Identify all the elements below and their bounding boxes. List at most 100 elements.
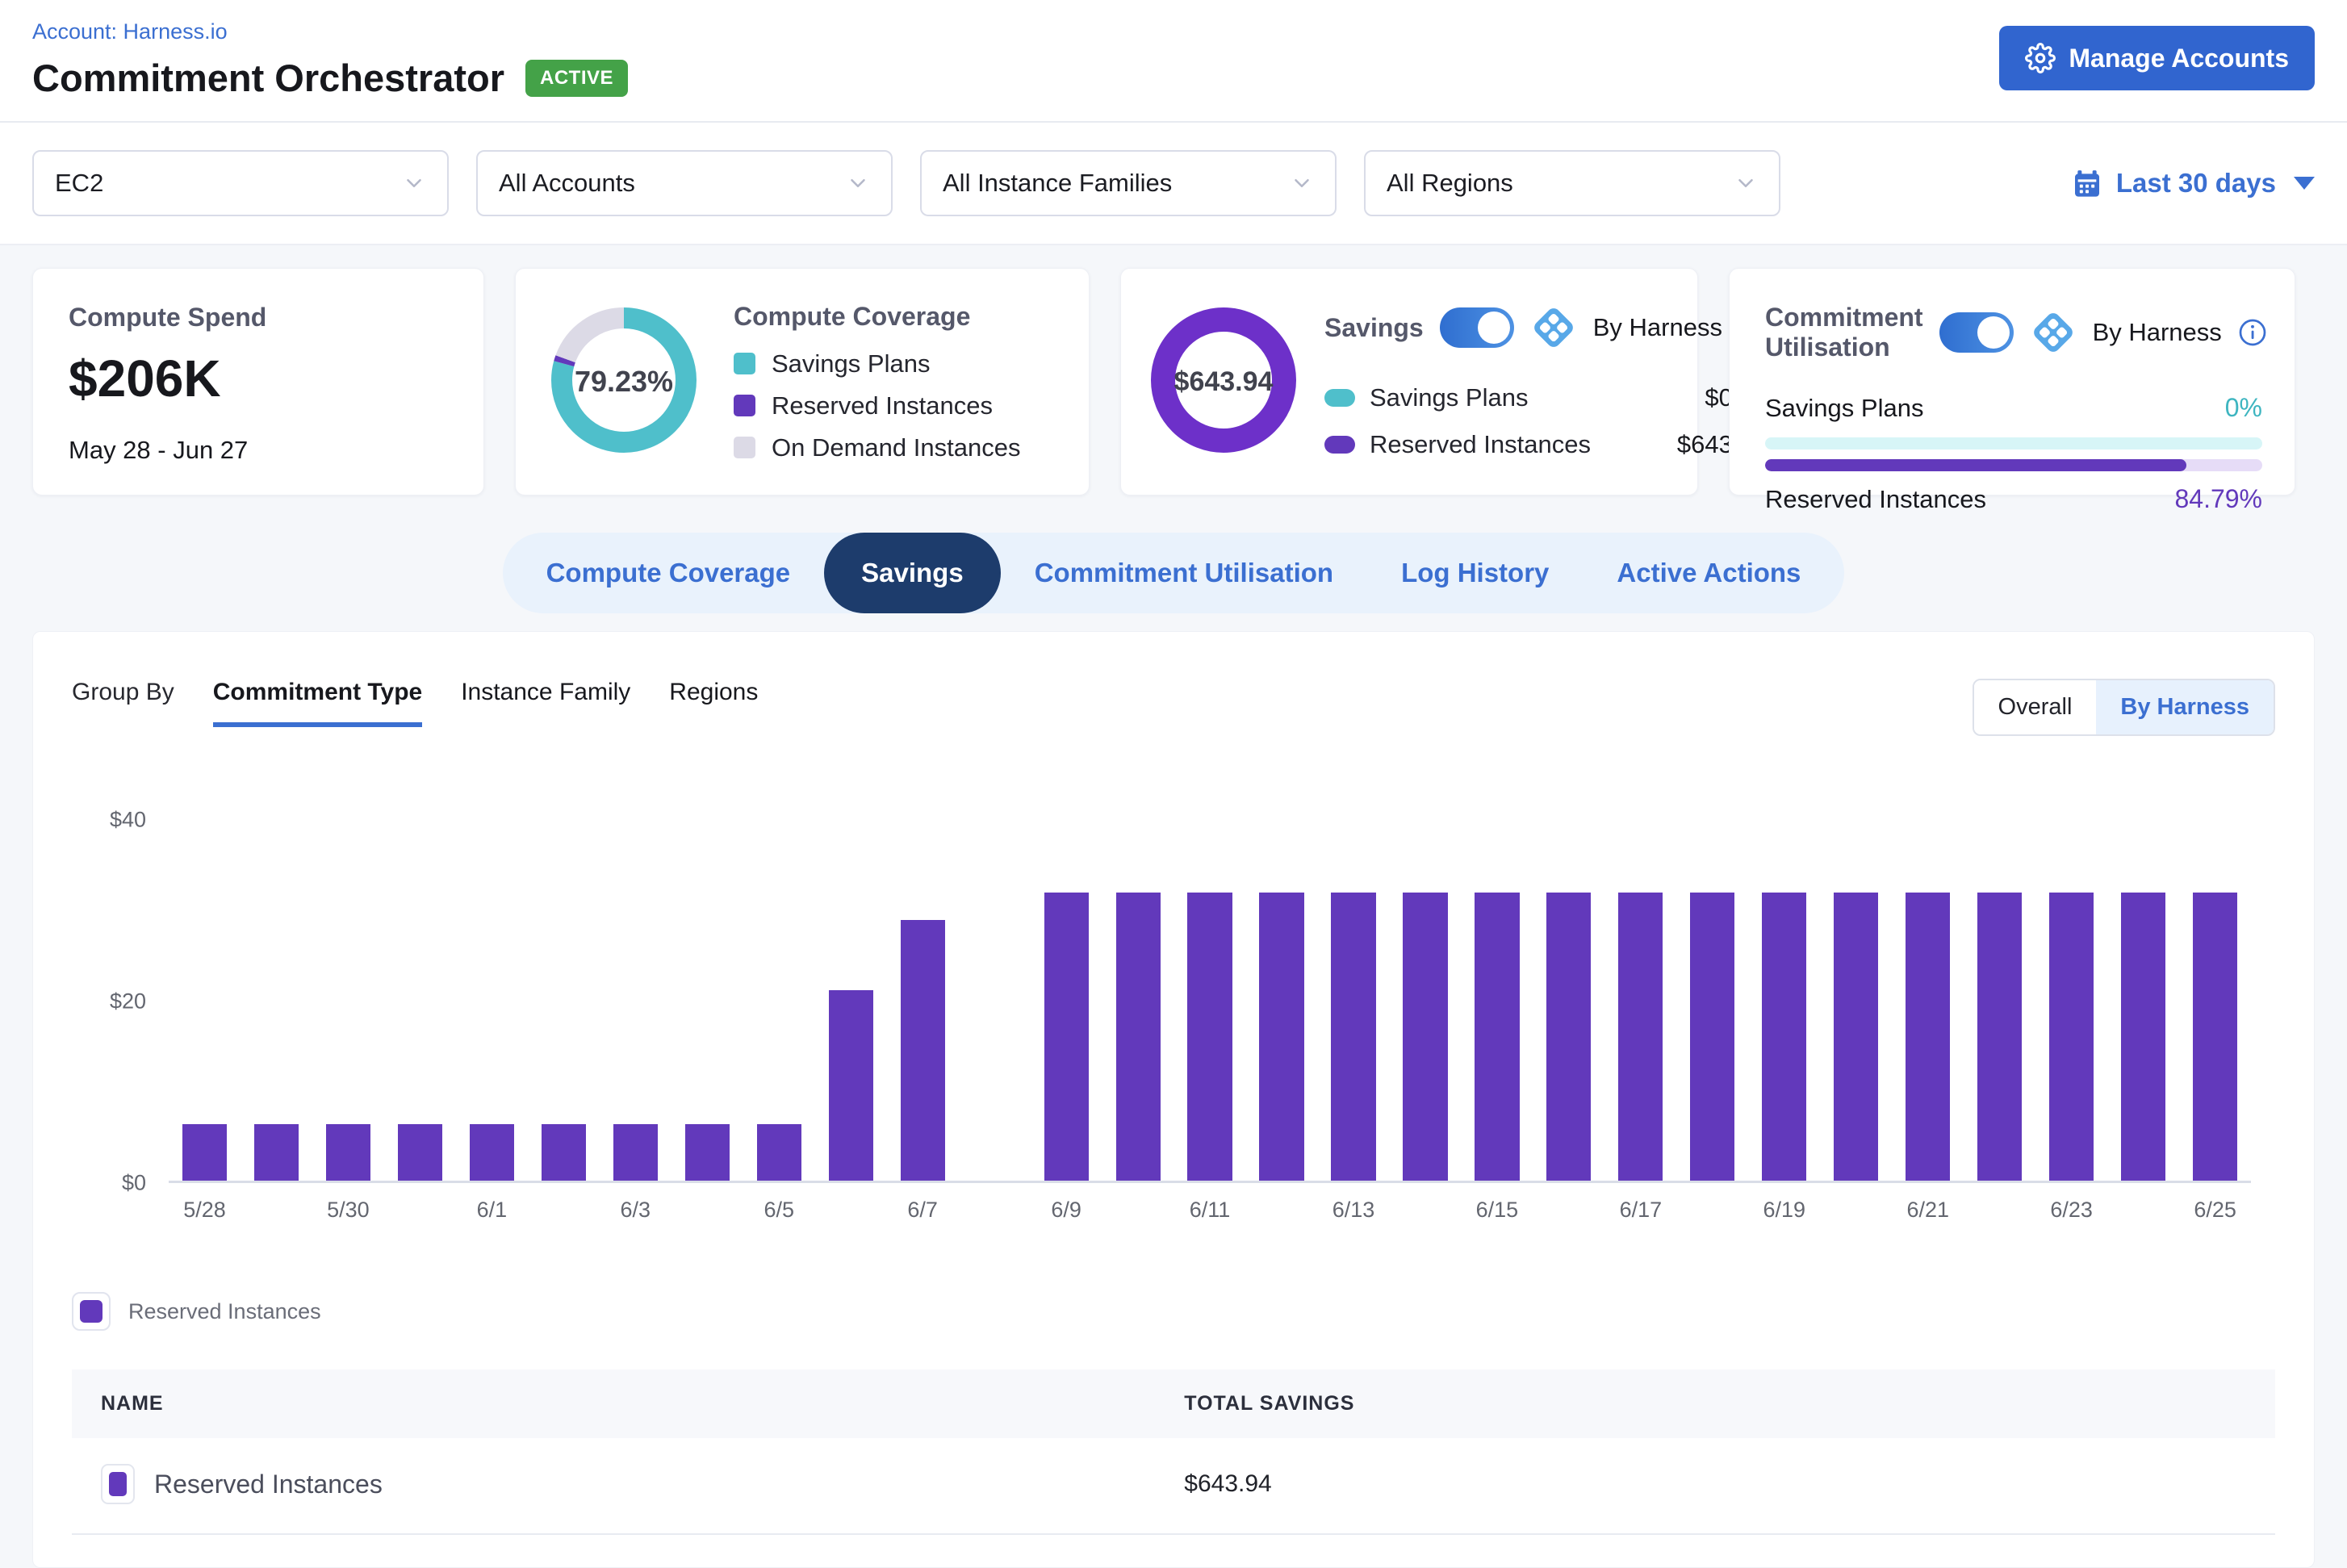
commitment-utilisation-card: Commitment Utilisation By Harness Saving…: [1729, 268, 2295, 495]
table-cell-total-savings: $643.94: [1184, 1470, 2246, 1498]
tab-log-history[interactable]: Log History: [1367, 533, 1583, 613]
savings-row-label: Reserved Instances: [1370, 430, 1663, 459]
x-axis-label: 6/3: [600, 1198, 671, 1223]
bar[interactable]: [182, 1124, 227, 1181]
bar[interactable]: [1618, 893, 1663, 1181]
bar[interactable]: [685, 1124, 730, 1181]
instance-families-select[interactable]: All Instance Families: [920, 150, 1337, 216]
row-name: Reserved Instances: [154, 1470, 383, 1499]
bar[interactable]: [901, 920, 945, 1181]
info-icon[interactable]: [2238, 318, 2267, 347]
coverage-legend-item: On Demand Instances: [734, 433, 1053, 462]
bar[interactable]: [1834, 893, 1878, 1181]
section-tabs: Compute Coverage Savings Commitment Util…: [503, 533, 1845, 613]
bar-slot: [887, 820, 959, 1181]
bar[interactable]: [1977, 893, 2022, 1181]
x-axis-label: 6/9: [1031, 1198, 1102, 1223]
manage-accounts-button[interactable]: Manage Accounts: [1999, 26, 2315, 90]
service-select-value: EC2: [55, 169, 103, 198]
bar[interactable]: [470, 1124, 514, 1181]
x-axis-label: 6/1: [456, 1198, 528, 1223]
view-toggle-overall[interactable]: Overall: [1974, 680, 2097, 734]
bar[interactable]: [326, 1124, 370, 1181]
bar[interactable]: [398, 1124, 442, 1181]
bar[interactable]: [254, 1124, 299, 1181]
y-axis-tick: $0: [122, 1171, 146, 1196]
util-reserved-instances-value: 84.79%: [2174, 484, 2262, 514]
column-header-name: NAME: [101, 1392, 1184, 1415]
status-badge: ACTIVE: [525, 60, 628, 97]
chevron-down-icon: [846, 171, 870, 195]
bar[interactable]: [1690, 893, 1734, 1181]
bar[interactable]: [1762, 893, 1806, 1181]
bar[interactable]: [757, 1124, 801, 1181]
legend-label: Reserved Instances: [128, 1299, 321, 1324]
x-axis-label: 6/13: [1318, 1198, 1390, 1223]
chevron-down-icon: [1290, 171, 1314, 195]
accounts-select[interactable]: All Accounts: [476, 150, 893, 216]
legend-swatch-chip[interactable]: [72, 1292, 111, 1331]
bar[interactable]: [1187, 893, 1232, 1181]
reserved-instances-swatch: [80, 1300, 102, 1323]
by-harness-label: By Harness: [2093, 318, 2222, 347]
bar-slot: [1533, 820, 1604, 1181]
savings-panel: Group By Commitment Type Instance Family…: [32, 631, 2315, 1568]
savings-row-label: Savings Plans: [1370, 383, 1690, 412]
bar[interactable]: [1403, 893, 1447, 1181]
bar[interactable]: [1259, 893, 1303, 1181]
service-select[interactable]: EC2: [32, 150, 449, 216]
x-axis-label: [241, 1198, 312, 1223]
compute-spend-title: Compute Spend: [69, 303, 448, 332]
account-link[interactable]: Account: Harness.io: [32, 19, 228, 44]
instance-families-select-value: All Instance Families: [943, 169, 1172, 198]
bar[interactable]: [2121, 893, 2165, 1181]
bar-slot: [2035, 820, 2107, 1181]
bar[interactable]: [1906, 893, 1950, 1181]
x-axis-label: [815, 1198, 887, 1223]
compute-coverage-percentage: 79.23%: [546, 303, 701, 462]
regions-select[interactable]: All Regions: [1364, 150, 1780, 216]
tab-active-actions[interactable]: Active Actions: [1583, 533, 1835, 613]
tab-commitment-utilisation[interactable]: Commitment Utilisation: [1001, 533, 1367, 613]
bar-slot: [1246, 820, 1318, 1181]
table-row[interactable]: Reserved Instances $643.94: [72, 1438, 2275, 1535]
date-range-value: Last 30 days: [2116, 168, 2276, 199]
compute-coverage-title: Compute Coverage: [734, 302, 1053, 332]
legend-item-label: Savings Plans: [772, 349, 930, 378]
by-harness-toggle[interactable]: [1440, 307, 1514, 348]
coverage-legend-item: Savings Plans: [734, 349, 1053, 378]
bar[interactable]: [1475, 893, 1519, 1181]
y-axis-tick: $40: [110, 808, 146, 833]
view-toggle: Overall By Harness: [1973, 679, 2275, 736]
bar[interactable]: [1331, 893, 1375, 1181]
compute-coverage-legend: Savings PlansReserved InstancesOn Demand…: [734, 349, 1053, 462]
group-by-instance-family[interactable]: Instance Family: [461, 679, 630, 722]
compute-spend-card: Compute Spend $206K May 28 - Jun 27: [32, 268, 484, 495]
bar-slot: [1174, 820, 1246, 1181]
bar[interactable]: [613, 1124, 658, 1181]
bar[interactable]: [2049, 893, 2094, 1181]
bar[interactable]: [829, 990, 873, 1181]
by-harness-label: By Harness: [1593, 313, 1722, 342]
date-range-picker[interactable]: Last 30 days: [2071, 167, 2315, 199]
bar-slot: [1892, 820, 1964, 1181]
group-by-regions[interactable]: Regions: [669, 679, 758, 722]
chevron-down-icon: [402, 171, 426, 195]
bar[interactable]: [542, 1124, 586, 1181]
row-swatch-chip: [101, 1464, 135, 1504]
bar[interactable]: [1044, 893, 1089, 1181]
bar-slot: [312, 820, 384, 1181]
tab-savings[interactable]: Savings: [824, 533, 1001, 613]
compute-coverage-donut: 79.23%: [546, 303, 701, 462]
tab-compute-coverage[interactable]: Compute Coverage: [512, 533, 825, 613]
by-harness-toggle[interactable]: [1939, 312, 2014, 353]
bar[interactable]: [2193, 893, 2237, 1181]
group-by-commitment-type[interactable]: Commitment Type: [213, 679, 422, 727]
bar[interactable]: [1116, 893, 1161, 1181]
x-axis-label: 6/11: [1174, 1198, 1246, 1223]
x-axis-label: [1676, 1198, 1748, 1223]
bar-slot: [1748, 820, 1820, 1181]
bar[interactable]: [1546, 893, 1591, 1181]
view-toggle-by-harness[interactable]: By Harness: [2096, 680, 2274, 734]
y-axis-tick: $20: [110, 989, 146, 1014]
